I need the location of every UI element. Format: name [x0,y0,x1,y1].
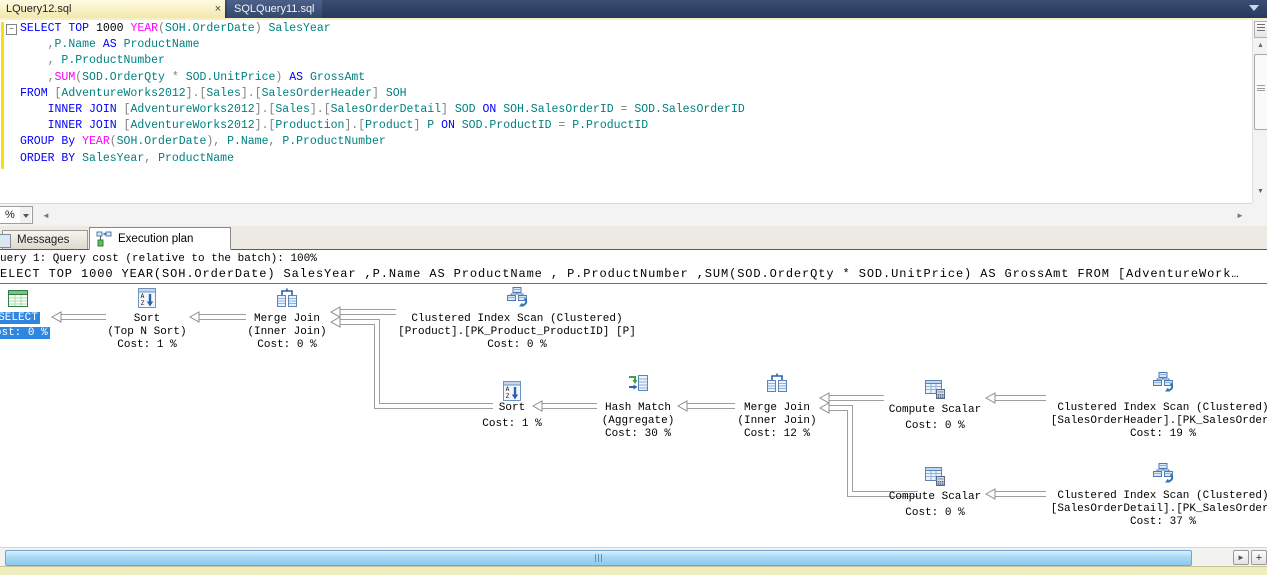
plan-node-compute-scalar-1[interactable]: Compute Scalar Cost: 0 % [805,404,1065,436]
plan-node-merge-join-1[interactable]: Merge Join (Inner Join) Cost: 0 % [157,313,417,352]
sort-icon[interactable] [136,287,158,309]
merge-join-icon[interactable] [766,372,788,394]
change-tracking-bar [1,22,4,169]
document-tab-strip: LQuery12.sql × SQLQuery11.sql [0,0,1267,18]
sort-icon[interactable] [501,380,523,402]
editor-vertical-scrollbar[interactable]: ▲ ▼ [1252,20,1267,203]
plan-node-label: Merge Join [253,313,320,325]
code-line: SELECT TOP 1000 YEAR(SOH.OrderDate) Sale… [20,22,331,35]
plan-node-label: Cost: 19 % [1129,428,1196,440]
plan-node-label: (Inner Join) [247,326,327,338]
cis-icon[interactable] [1152,371,1174,393]
plan-node-label: Clustered Index Scan (Clustered) [411,313,623,325]
execution-plan-canvas[interactable]: uery 1: Query cost (relative to the batc… [0,250,1267,547]
plan-horizontal-scrollbar[interactable]: ► + [0,547,1267,566]
chevron-down-icon[interactable] [1249,5,1259,11]
plan-node-label: Compute Scalar [888,491,982,503]
plan-node-label: Compute Scalar [888,404,982,416]
scrollbar-grip-icon [592,554,606,562]
plan-node-label: Merge Join [743,402,810,414]
compute-scalar-icon[interactable] [924,378,946,400]
tab-sqlquery11-label: SQLQuery11.sql [234,3,315,15]
sql-editor[interactable]: − SELECT TOP 1000 YEAR(SOH.OrderDate) Sa… [0,20,1252,203]
plan-zoom-plus-icon[interactable]: + [1251,550,1267,565]
plan-node-cis-salesorderheader[interactable]: Clustered Index Scan (Clustered) [SalesOr… [1033,402,1267,441]
plan-node-cis-salesorderdetail[interactable]: Clustered Index Scan (Clustered) [SalesOr… [1033,490,1267,529]
scroll-down-icon[interactable]: ▼ [1253,188,1267,195]
tab-execution-plan[interactable]: Execution plan [89,227,231,250]
execution-plan-icon [96,231,112,247]
editor-horizontal-scrollbar[interactable]: % ◄ ► [0,203,1252,226]
zoom-level-value: % [5,209,15,221]
messages-icon [0,234,11,248]
plan-node-label: [SalesOrderDetail].[PK_SalesOrderD [1050,503,1267,515]
results-tab-bar: Messages Execution plan [0,226,1267,250]
code-line: ,SUM(SOD.OrderQty * SOD.UnitPrice) AS Gr… [47,70,366,84]
plan-node-label: Cost: 0 % [257,339,317,351]
tab-messages[interactable]: Messages [0,230,88,249]
plan-node-label: [Product].[PK_Product_ProductID] [P] [398,326,636,338]
tab-sqlquery11[interactable]: SQLQuery11.sql [227,0,322,18]
scrollbar-corner [1252,203,1267,226]
plan-node-label: Clustered Index Scan (Clustered) [1057,490,1267,502]
vertical-scrollbar-thumb[interactable] [1254,54,1267,130]
cis-icon[interactable] [1152,462,1174,484]
plan-node-label: Cost: 0 % [487,339,547,351]
plan-node-label: Clustered Index Scan (Clustered) [1057,402,1267,414]
hash-match-icon[interactable] [627,372,649,394]
tab-messages-label: Messages [17,234,70,246]
code-line: ORDER BY SalesYear, ProductName [20,151,234,165]
splitter-handle-icon[interactable] [1254,21,1267,38]
merge-join-icon[interactable] [276,287,298,309]
plan-node-compute-scalar-2[interactable]: Compute Scalar Cost: 0 % [805,491,1065,523]
zoom-level-combo[interactable]: % [0,206,33,224]
scroll-right-icon[interactable]: ► [1236,211,1244,220]
plan-node-label: Cost: 0 % [905,420,965,432]
plan-scrollbar-thumb[interactable] [5,550,1192,566]
plan-node-label: Cost: 12 % [743,428,810,440]
plan-scroll-right-icon[interactable]: ► [1233,550,1249,565]
tab-lquery12-label: LQuery12.sql [6,3,72,15]
scroll-left-icon[interactable]: ◄ [42,211,50,220]
cis-icon[interactable] [506,286,528,308]
compute-scalar-icon[interactable] [924,465,946,487]
code-line: GROUP By YEAR(SOH.OrderDate), P.Name, P.… [20,135,386,149]
ssms-window: LQuery12.sql × SQLQuery11.sql − SELECT T… [0,0,1267,575]
code-line: INNER JOIN [AdventureWorks2012].[Product… [47,119,649,133]
code-line: INNER JOIN [AdventureWorks2012].[Sales].… [47,103,745,117]
plan-node-label: Cost: 0 % [905,507,965,519]
code-line: ,P.Name AS ProductName [47,38,200,52]
scroll-up-icon[interactable]: ▲ [1253,42,1267,49]
collapse-region-icon[interactable]: − [6,24,17,35]
bottom-status-strip [0,566,1267,575]
plan-node-label: [SalesOrderHeader].[PK_SalesOrderH [1050,415,1267,427]
close-icon[interactable]: × [211,1,225,17]
plan-edge-arrowhead [984,392,996,404]
zoom-dropdown-icon[interactable] [20,207,31,223]
select-icon[interactable] [7,288,29,310]
code-line: FROM [AdventureWorks2012].[Sales].[Sales… [20,86,407,100]
plan-node-label: Cost: 37 % [1129,516,1196,528]
tab-execution-plan-label: Execution plan [118,233,194,245]
code-line: , P.ProductNumber [47,54,165,68]
code-lines: SELECT TOP 1000 YEAR(SOH.OrderDate) Sale… [20,21,745,167]
plan-node-cis-product[interactable]: Clustered Index Scan (Clustered) [Product… [387,313,647,352]
tab-lquery12[interactable]: LQuery12.sql × [0,0,225,18]
